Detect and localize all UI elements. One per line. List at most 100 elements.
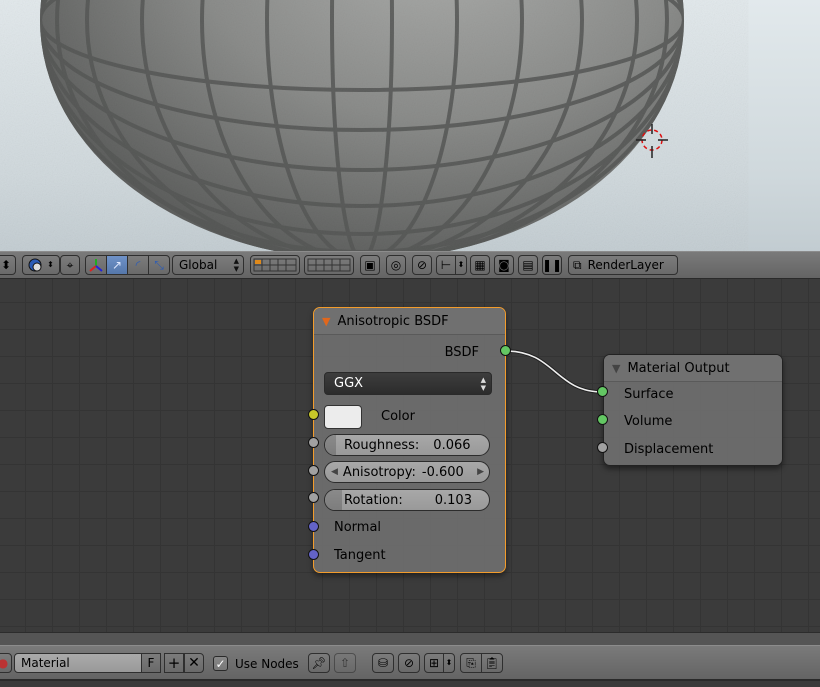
snap-toggle-button[interactable]: ⊘ <box>398 653 420 673</box>
go-to-parent-button[interactable]: ⇧ <box>334 653 356 673</box>
material-name: Material <box>21 656 70 670</box>
arrow-up-icon: ⇧ <box>339 656 351 670</box>
viewport-shading-dropdown[interactable]: ⬍ <box>22 255 60 275</box>
pivot-icon: ⌖ <box>66 258 74 272</box>
checkmark-icon: ✓ <box>215 656 226 671</box>
chevron-updown-icon: ⬍ <box>47 260 54 269</box>
snap-element-dropdown[interactable]: ⬍ <box>443 653 455 673</box>
material-browse-button[interactable]: ● <box>0 653 12 673</box>
displacement-input-socket[interactable] <box>597 442 608 453</box>
roughness-label: Roughness: <box>344 437 420 453</box>
volume-input-socket[interactable] <box>597 414 608 425</box>
node-title: Material Output <box>627 360 730 376</box>
roughness-value: 0.066 <box>433 437 471 453</box>
layer-grid-icon <box>253 258 297 272</box>
render-layer-icon: ⧉ <box>573 258 582 272</box>
bsdf-output-label: BSDF <box>444 345 479 360</box>
render-layer-dropdown[interactable]: ⧉ RenderLayer <box>568 255 678 275</box>
snap-increment-icon: ⊢ <box>440 258 452 272</box>
scale-manipulator-button[interactable]: ⤡ <box>148 255 170 275</box>
render-preview <box>40 0 684 251</box>
scene-layers-grid-2[interactable] <box>304 255 354 275</box>
pause-render-button[interactable]: ❚❚ <box>542 255 562 275</box>
node-header[interactable]: ▼ Anisotropic BSDF <box>314 308 505 335</box>
scene-layers-grid-1[interactable] <box>250 255 300 275</box>
snap-element-button[interactable]: ⊢ <box>436 255 456 275</box>
scale-icon: ⤡ <box>154 258 164 272</box>
rotation-field[interactable]: Rotation: 0.103 <box>324 489 490 511</box>
material-name-field[interactable]: Material <box>14 653 142 673</box>
decrement-arrow-icon[interactable]: ◀ <box>331 467 338 477</box>
node-editor-scrollbar[interactable] <box>0 632 820 645</box>
increment-arrow-icon[interactable]: ▶ <box>477 467 484 477</box>
copy-icon: ⎘ <box>466 656 476 670</box>
roughness-input-socket[interactable] <box>308 437 319 448</box>
unlink-material-button[interactable]: ✕ <box>184 653 204 673</box>
anisotropy-input-socket[interactable] <box>308 465 319 476</box>
manipulator-toggle-button[interactable] <box>85 255 107 275</box>
lock-camera-button[interactable]: ▣ <box>360 255 380 275</box>
rotation-fill <box>325 490 342 510</box>
close-icon: ✕ <box>188 655 200 671</box>
color-swatch[interactable] <box>324 405 362 429</box>
rotate-manipulator-button[interactable]: ◜ <box>127 255 149 275</box>
anisotropy-label: Anisotropy: <box>342 464 416 480</box>
anisotropy-field[interactable]: ◀ Anisotropy: -0.600 ▶ <box>324 461 490 483</box>
pivot-point-button[interactable]: ⌖ <box>60 255 80 275</box>
plus-icon: + <box>167 653 181 672</box>
proportional-circle-icon: ◎ <box>390 258 402 272</box>
magnet-icon: ⊘ <box>403 656 415 670</box>
tangent-input-label: Tangent <box>334 548 386 563</box>
rotation-input-socket[interactable] <box>308 492 319 503</box>
tangent-input-socket[interactable] <box>308 549 319 560</box>
snap-element-dropdown[interactable]: ⬍ <box>455 255 467 275</box>
arrow-icon: ↗ <box>111 258 123 272</box>
render-animation-button[interactable]: ▤ <box>518 255 538 275</box>
translate-manipulator-button[interactable]: ↗ <box>106 255 128 275</box>
collapse-triangle-icon[interactable]: ▼ <box>322 315 330 328</box>
chevron-updown-icon: ⬍ <box>457 260 465 269</box>
paste-nodes-button[interactable]: 📋︎ <box>481 653 503 673</box>
render-still-button[interactable]: ◙ <box>494 255 514 275</box>
snap-target-button[interactable]: ▦ <box>470 255 490 275</box>
backdrop-button[interactable]: ⛁ <box>372 653 394 673</box>
proportional-edit-button[interactable]: ◎ <box>386 255 406 275</box>
volume-input-label: Volume <box>624 414 673 429</box>
transform-orientation-dropdown[interactable]: Global ▲ ▼ <box>172 255 244 275</box>
chevron-updown-icon: ⬍ <box>0 258 12 272</box>
use-nodes-checkbox[interactable]: ✓ <box>213 656 228 671</box>
rotation-value: 0.103 <box>434 492 472 508</box>
surface-input-label: Surface <box>624 387 674 402</box>
snap-grid-icon: ⊞ <box>428 656 440 670</box>
axis-manipulator-icon <box>89 259 103 272</box>
orientation-label: Global <box>179 258 218 272</box>
surface-input-socket[interactable] <box>597 386 608 397</box>
chevron-updown-icon: ▲ ▼ <box>480 376 486 392</box>
roughness-field[interactable]: Roughness: 0.066 <box>324 434 490 456</box>
clapperboard-icon: ▤ <box>522 258 534 272</box>
layers-lock-icon: ▣ <box>364 258 376 272</box>
node-header[interactable]: ▼ Material Output <box>604 355 782 382</box>
anisotropy-value: -0.600 <box>421 464 464 480</box>
new-material-button[interactable]: + <box>164 653 184 673</box>
displacement-input-label: Displacement <box>624 442 714 457</box>
pin-button[interactable]: 📌︎ <box>308 653 330 673</box>
use-nodes-label: Use Nodes <box>235 657 299 671</box>
snap-toggle-button[interactable]: ⊘ <box>412 255 432 275</box>
bsdf-output-socket[interactable] <box>500 345 511 356</box>
fake-user-button[interactable]: F <box>141 653 161 673</box>
node-editor-canvas[interactable]: ▼ Anisotropic BSDF BSDF GGX ▲ ▼ Color Rou… <box>0 279 820 645</box>
material-output-node[interactable]: ▼ Material Output Surface Volume Displac… <box>603 354 783 466</box>
color-input-socket[interactable] <box>308 409 319 420</box>
mode-menu-button[interactable]: ⬍ <box>0 255 16 275</box>
3d-viewport[interactable] <box>0 0 820 251</box>
distribution-dropdown[interactable]: GGX ▲ ▼ <box>324 372 492 395</box>
layer-grid-icon <box>307 258 351 272</box>
rotation-label: Rotation: <box>344 492 403 508</box>
normal-input-socket[interactable] <box>308 521 319 532</box>
anisotropic-bsdf-node[interactable]: ▼ Anisotropic BSDF BSDF GGX ▲ ▼ Color Rou… <box>313 307 506 573</box>
copy-nodes-button[interactable]: ⎘ <box>460 653 482 673</box>
snap-element-button[interactable]: ⊞ <box>424 653 444 673</box>
normal-input-label: Normal <box>334 520 382 535</box>
collapse-triangle-icon[interactable]: ▼ <box>612 362 620 375</box>
